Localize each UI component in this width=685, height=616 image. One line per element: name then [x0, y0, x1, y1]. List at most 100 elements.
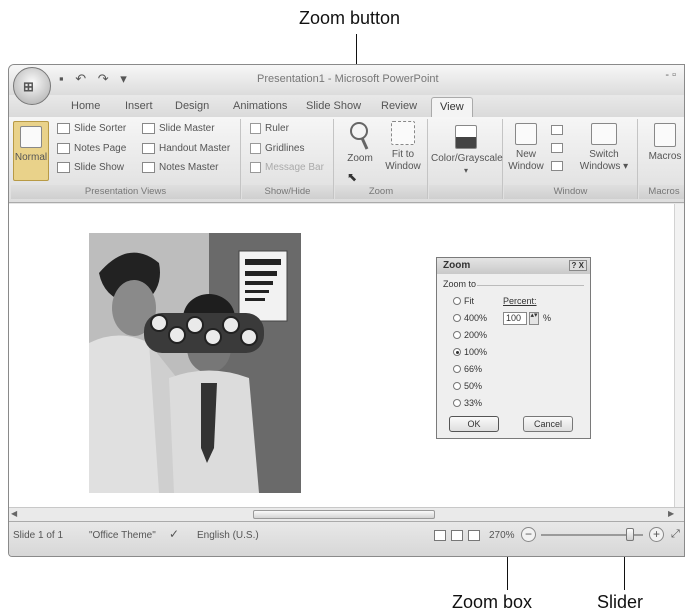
scroll-left-icon[interactable]: ◀ — [11, 509, 23, 520]
normal-view-status-icon[interactable] — [434, 530, 446, 541]
ruler-checkbox[interactable]: Ruler — [250, 123, 289, 134]
normal-view-icon — [20, 126, 42, 148]
notes-master-button[interactable]: Notes Master — [142, 162, 218, 173]
optometrist-illustration — [89, 233, 301, 493]
scroll-thumb[interactable] — [253, 510, 435, 519]
radio-33-label: 33% — [464, 398, 483, 408]
window-group-label: Window — [504, 185, 637, 199]
macros-group-label: Macros — [639, 185, 684, 199]
slide-master-label: Slide Master — [159, 123, 215, 134]
zoom-in-icon[interactable]: + — [649, 527, 664, 542]
redo-icon[interactable]: ↷ — [98, 71, 113, 86]
zoom-option-66[interactable]: 66% — [453, 364, 482, 374]
fit-slide-icon[interactable]: ⤢ — [671, 528, 680, 541]
arrange-all-icon[interactable] — [551, 125, 563, 135]
move-split-icon[interactable] — [551, 161, 563, 171]
slide-sorter-status-icon[interactable] — [451, 530, 463, 541]
save-icon[interactable]: ▪ — [59, 71, 68, 86]
slide-sorter-label: Slide Sorter — [74, 123, 127, 134]
scroll-right-icon[interactable]: ▶ — [668, 509, 680, 520]
powerpoint-window: ⊞ ▪ ↶ ↷ ▾ Presentation1 - Microsoft Powe… — [8, 64, 685, 557]
switch-windows-button[interactable]: Switch Windows ▾ — [574, 123, 634, 173]
message-bar-checkbox[interactable]: Message Bar — [250, 162, 324, 173]
zoom-button[interactable]: Zoom — [341, 121, 379, 165]
ruler-check-icon — [250, 123, 261, 134]
zoom-option-50[interactable]: 50% — [453, 381, 482, 391]
gridlines-check-icon — [250, 143, 261, 154]
radio-200-icon — [453, 331, 461, 339]
normal-view-button[interactable]: Normal — [13, 121, 49, 181]
fit-to-window-button[interactable]: Fit to Window — [383, 121, 423, 173]
macros-icon — [654, 123, 676, 147]
zoom-option-400[interactable]: 400% — [453, 313, 487, 323]
window-title: Presentation1 - Microsoft PowerPoint — [257, 73, 439, 85]
switch-windows-icon — [591, 123, 617, 145]
notes-page-icon — [57, 143, 70, 154]
fit-to-window-label-2: Window — [385, 161, 421, 172]
show-hide-label: Show/Hide — [242, 185, 333, 199]
group-color-grayscale: Color/Grayscale ▾ — [429, 119, 503, 199]
title-bar: ⊞ ▪ ↶ ↷ ▾ Presentation1 - Microsoft Powe… — [9, 65, 684, 105]
zoom-option-100[interactable]: 100% — [453, 347, 487, 357]
new-window-button[interactable]: New Window — [508, 123, 544, 173]
slide-sorter-button[interactable]: Slide Sorter — [57, 123, 126, 134]
slide-show-status-icon[interactable] — [468, 530, 480, 541]
tab-review[interactable]: Review — [381, 100, 417, 112]
tab-design[interactable]: Design — [175, 100, 209, 112]
window-controls[interactable]: - ▫ — [665, 69, 676, 81]
customize-qat-icon[interactable]: ▾ — [120, 71, 131, 86]
zoom-slider[interactable] — [541, 528, 643, 541]
slider-callout: Slider — [597, 592, 644, 612]
zoom-option-200[interactable]: 200% — [453, 330, 487, 340]
slide-master-button[interactable]: Slide Master — [142, 123, 215, 134]
undo-icon[interactable]: ↶ — [75, 71, 90, 86]
radio-66-label: 66% — [464, 364, 483, 374]
slide-master-icon — [142, 123, 155, 134]
office-button[interactable]: ⊞ — [13, 67, 51, 105]
handout-master-button[interactable]: Handout Master — [142, 143, 230, 154]
slide-canvas[interactable]: Zoom ? X Zoom to Fit 400% 200% 100% 66% … — [9, 204, 684, 507]
spell-check-icon[interactable]: ✓ — [169, 527, 179, 541]
horizontal-scrollbar[interactable]: ◀ ▶ — [9, 507, 684, 521]
quick-access-toolbar[interactable]: ▪ ↶ ↷ ▾ — [59, 71, 131, 87]
dialog-help-close-icon[interactable]: ? X — [568, 260, 587, 271]
fit-to-window-icon — [391, 121, 415, 145]
tab-insert[interactable]: Insert — [125, 100, 153, 112]
zoom-to-divider — [477, 285, 584, 286]
theme-name[interactable]: "Office Theme" — [89, 530, 156, 541]
vertical-scrollbar[interactable] — [674, 204, 684, 507]
zoom-option-fit[interactable]: Fit — [453, 296, 474, 306]
percent-spinner-icon[interactable]: ▴▾ — [529, 312, 539, 325]
slide-show-button[interactable]: Slide Show — [57, 162, 124, 173]
normal-view-label: Normal — [14, 152, 48, 163]
language[interactable]: English (U.S.) — [197, 530, 259, 541]
cascade-icon[interactable] — [551, 143, 563, 153]
radio-100-icon — [453, 348, 461, 356]
tab-home[interactable]: Home — [71, 100, 100, 112]
slide-count: Slide 1 of 1 — [13, 530, 64, 541]
notes-master-icon — [142, 162, 155, 173]
message-bar-label: Message Bar — [265, 162, 324, 173]
zoom-option-33[interactable]: 33% — [453, 398, 482, 408]
switch-windows-label-2-text: Windows — [579, 161, 621, 172]
zoom-dialog: Zoom ? X Zoom to Fit 400% 200% 100% 66% … — [436, 257, 591, 439]
percent-label: Percent: — [503, 296, 537, 306]
tab-animations[interactable]: Animations — [233, 100, 287, 112]
color-grayscale-button[interactable]: Color/Grayscale ▾ — [431, 125, 503, 177]
eye-exam-clipart — [89, 233, 301, 493]
ok-button[interactable]: OK — [449, 416, 499, 432]
radio-fit-icon — [453, 297, 461, 305]
percent-input[interactable]: 100 — [503, 312, 527, 325]
tab-slide-show[interactable]: Slide Show — [306, 100, 361, 112]
zoom-out-icon[interactable]: − — [521, 527, 536, 542]
macros-button[interactable]: Macros — [645, 123, 684, 163]
slide-sorter-icon — [57, 123, 70, 134]
gridlines-checkbox[interactable]: Gridlines — [250, 143, 304, 154]
gridlines-label: Gridlines — [265, 143, 305, 154]
zoom-slider-thumb[interactable] — [625, 528, 634, 541]
notes-page-button[interactable]: Notes Page — [57, 143, 126, 154]
zoom-group-label: Zoom — [335, 185, 427, 199]
zoom-level-box[interactable]: 270% — [489, 530, 515, 541]
tab-view[interactable]: View — [431, 97, 473, 118]
cancel-button[interactable]: Cancel — [523, 416, 573, 432]
